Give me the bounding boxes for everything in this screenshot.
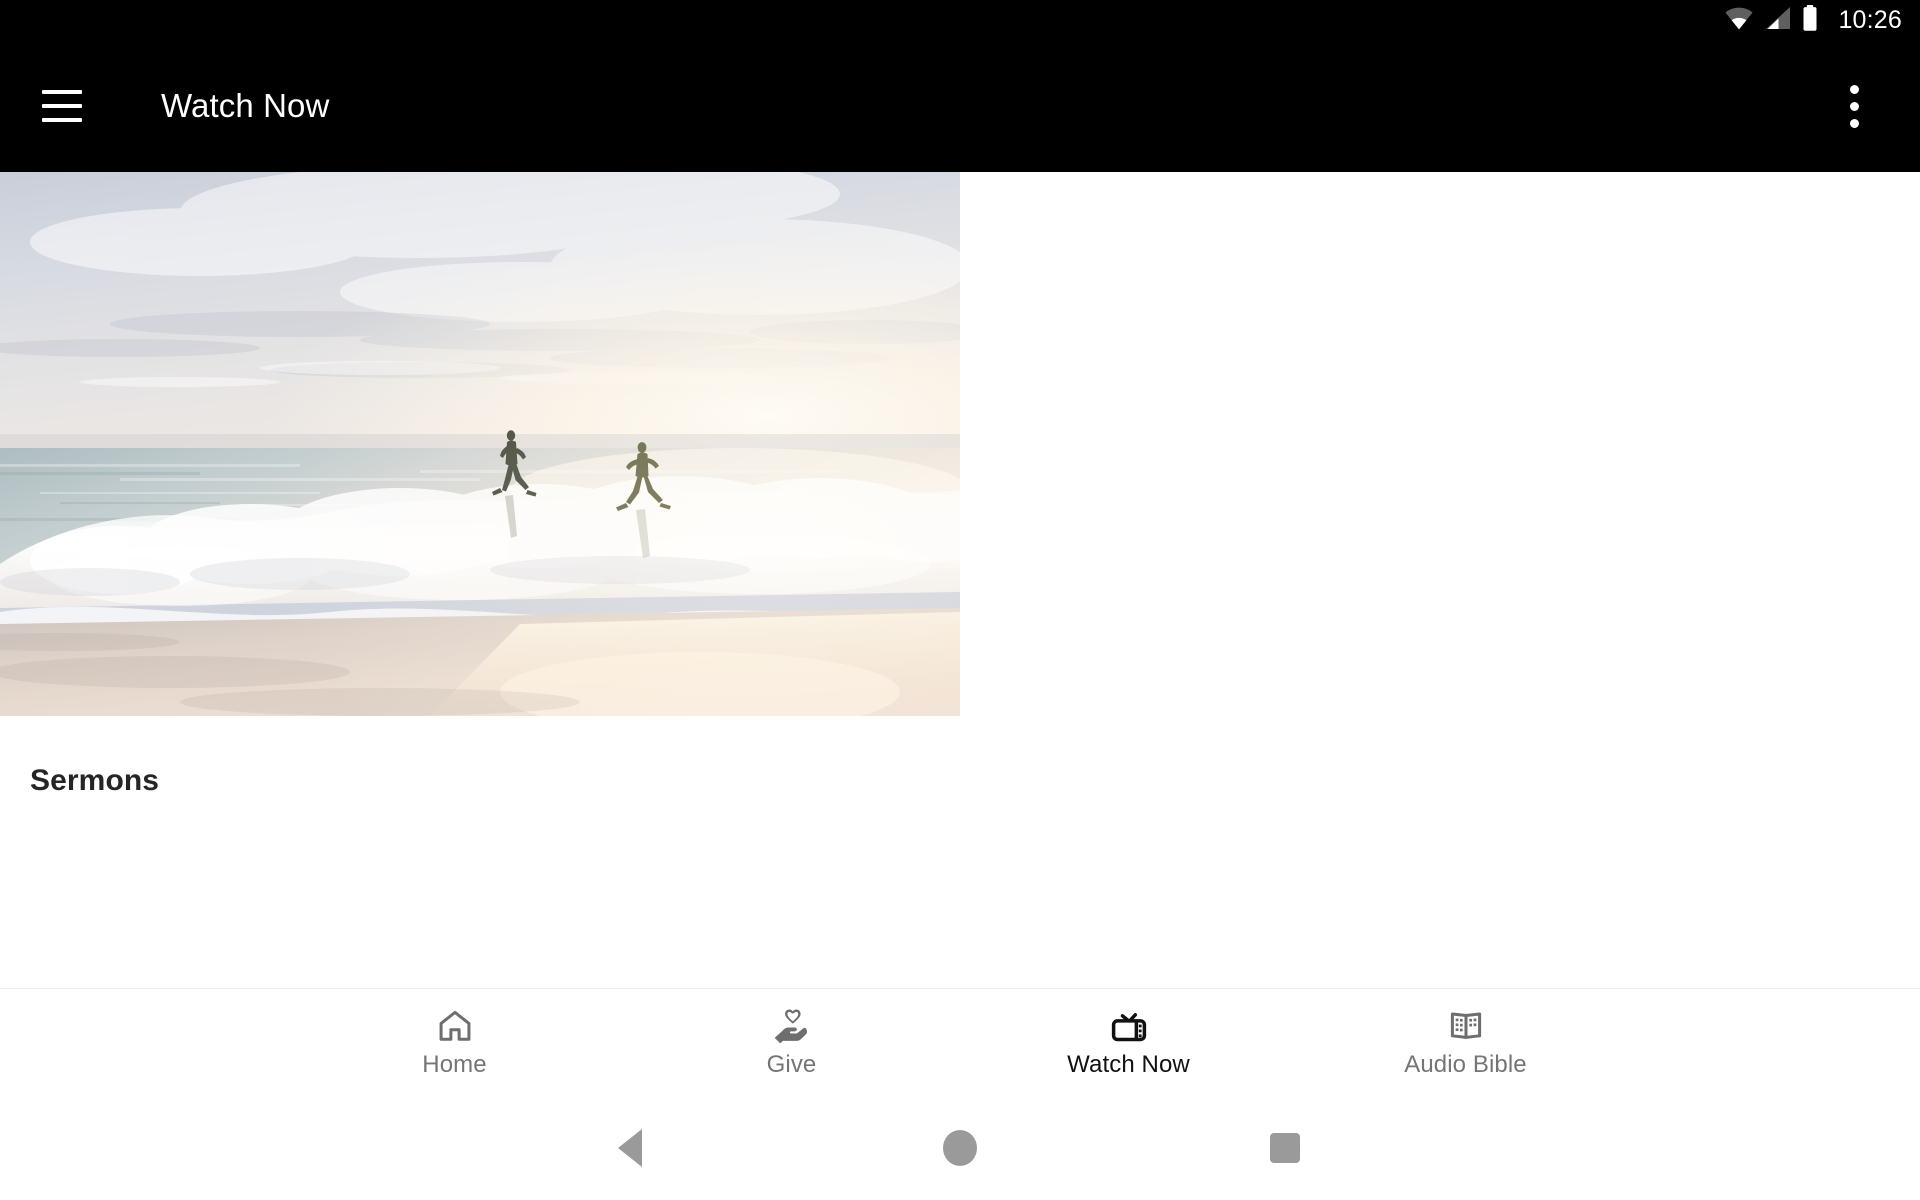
hamburger-bar	[42, 118, 82, 122]
android-screen: 10:26 Watch Now Sermons Home Give Watch …	[0, 0, 1920, 1200]
nav-item-give[interactable]: Give	[623, 989, 960, 1097]
home-circle-shape	[943, 1130, 977, 1166]
nav-label-give: Give	[766, 1051, 817, 1078]
nav-label-home: Home	[422, 1051, 487, 1078]
recents-square-shape	[1270, 1133, 1300, 1163]
nav-label-watch-now: Watch Now	[1067, 1051, 1190, 1078]
tv-icon	[1108, 1006, 1150, 1046]
status-icon-group: 10:26	[1724, 4, 1902, 36]
nav-item-watch-now[interactable]: Watch Now	[960, 989, 1297, 1097]
overflow-dot	[1849, 118, 1859, 128]
menu-book-icon	[1447, 1006, 1485, 1046]
bottom-navigation-bar: Home Give Watch Now Audio Bible	[0, 988, 1920, 1096]
app-bar: Watch Now	[0, 40, 1920, 172]
back-triangle-shape	[618, 1129, 642, 1167]
recents-square-icon[interactable]	[1255, 1118, 1315, 1178]
home-icon	[436, 1006, 474, 1046]
status-bar-clock: 10:26	[1838, 5, 1902, 34]
battery-icon	[1802, 4, 1818, 36]
hamburger-menu-icon[interactable]	[42, 84, 98, 128]
more-vert-icon[interactable]	[1834, 76, 1874, 136]
wifi-icon	[1724, 6, 1754, 35]
overflow-dot	[1849, 84, 1859, 94]
back-triangle-icon[interactable]	[600, 1118, 660, 1178]
overflow-dot	[1849, 101, 1859, 111]
cellular-signal-icon	[1764, 6, 1792, 35]
status-bar: 10:26	[0, 0, 1920, 40]
beach-sunrise-illustration	[0, 172, 960, 716]
home-circle-icon[interactable]	[930, 1118, 990, 1178]
hamburger-bar	[42, 104, 82, 108]
hamburger-bar	[42, 90, 82, 94]
sermons-card-title: Sermons	[30, 764, 160, 797]
volunteer-activism-icon	[772, 1006, 812, 1046]
android-system-navigation-bar	[0, 1096, 1920, 1200]
nav-item-audio-bible[interactable]: Audio Bible	[1297, 989, 1634, 1097]
sermons-thumbnail-image[interactable]	[0, 172, 960, 716]
nav-item-home[interactable]: Home	[286, 989, 623, 1097]
page-title: Watch Now	[161, 87, 330, 124]
content-area: Sermons	[0, 172, 1920, 988]
nav-label-audio-bible: Audio Bible	[1404, 1051, 1527, 1078]
sermons-card[interactable]: Sermons	[0, 172, 960, 798]
